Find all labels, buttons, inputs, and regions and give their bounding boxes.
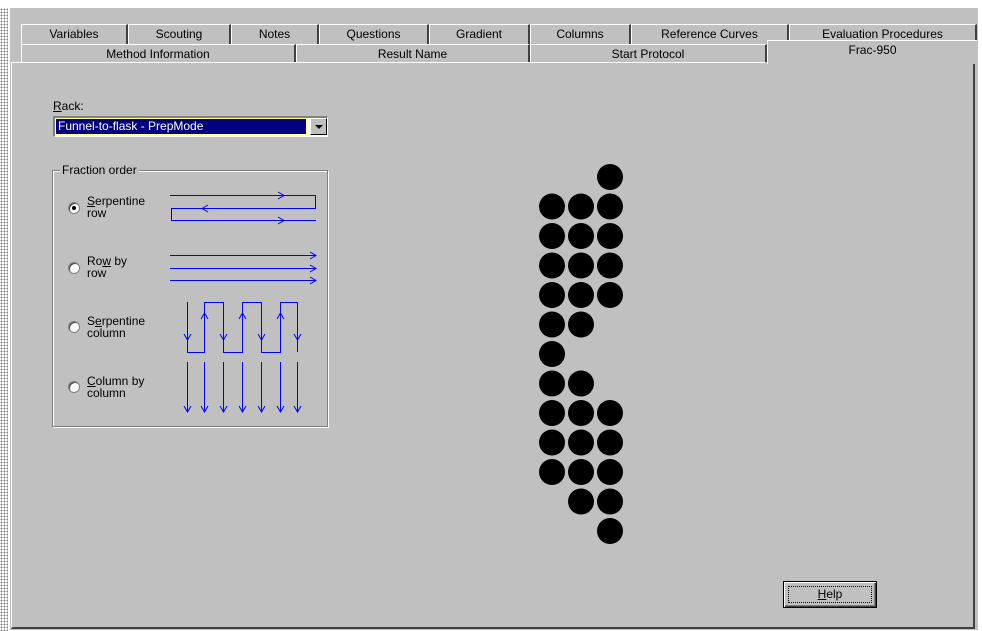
rack-tube-position — [597, 164, 623, 190]
rack-tube-position — [539, 459, 565, 485]
row-by-row-label[interactable]: Row by row — [87, 255, 127, 279]
rack-tube-position — [539, 252, 565, 279]
rack-tube-position — [597, 488, 623, 515]
tab-frac-950[interactable]: Frac-950 — [767, 40, 977, 64]
rack-tube-position — [568, 282, 594, 308]
rack-tube-position — [597, 282, 623, 308]
window-edge — [0, 8, 8, 631]
rack-tube-position — [597, 429, 623, 456]
serpentine-row-icon — [170, 191, 316, 225]
row-by-row-icon — [170, 251, 317, 285]
tab-notes[interactable]: Notes — [231, 24, 319, 44]
rack-label: Rack: — [53, 99, 84, 113]
rack-preview — [539, 164, 623, 544]
rack-tube-position — [539, 400, 565, 426]
rack-tube-position — [568, 193, 594, 220]
tab-start-protocol[interactable]: Start Protocol — [530, 44, 767, 63]
rack-tube-position — [568, 223, 594, 249]
rack-tube-position — [597, 518, 623, 544]
serpentine-column-icon — [183, 302, 302, 353]
rack-tube-position — [597, 459, 623, 485]
column-by-column-label[interactable]: Column by column — [87, 375, 144, 399]
rack-tube-position — [539, 311, 565, 338]
serpentine-column-label[interactable]: Serpentine column — [87, 315, 145, 339]
column-by-column-icon — [183, 362, 302, 413]
tab-columns[interactable]: Columns — [530, 24, 631, 44]
tab-scouting[interactable]: Scouting — [128, 24, 231, 44]
radio-column-by-column[interactable] — [68, 381, 80, 393]
rack-tube-position — [568, 459, 594, 485]
rack-tube-position — [568, 400, 594, 426]
rack-tube-position — [597, 252, 623, 279]
radio-row-by-row[interactable] — [68, 262, 80, 274]
rack-tube-position — [597, 193, 623, 220]
serpentine-row-label[interactable]: Serpentine row — [87, 195, 145, 219]
rack-tube-position — [539, 193, 565, 220]
rack-select[interactable]: Funnel-to-flask - PrepMode — [53, 116, 328, 137]
rack-tube-position — [539, 341, 565, 367]
tab-reference-curves[interactable]: Reference Curves — [631, 24, 789, 44]
help-button[interactable]: Help — [783, 581, 877, 608]
rack-tube-position — [539, 429, 565, 456]
rack-tube-position — [568, 311, 594, 338]
tab-variables[interactable]: Variables — [21, 24, 128, 44]
rack-tube-position — [568, 429, 594, 456]
rack-select-value: Funnel-to-flask - PrepMode — [55, 118, 307, 135]
rack-tube-position — [539, 223, 565, 249]
rack-tube-position — [597, 400, 623, 426]
rack-tube-position — [568, 488, 594, 515]
tab-gradient[interactable]: Gradient — [429, 24, 530, 44]
rack-tube-position — [539, 370, 565, 397]
radio-serpentine-row[interactable] — [68, 202, 80, 214]
dropdown-arrow-icon[interactable] — [310, 118, 327, 135]
rack-tube-position — [568, 370, 594, 397]
tab-method-information[interactable]: Method Information — [21, 44, 296, 63]
tab-questions[interactable]: Questions — [319, 24, 429, 44]
rack-tube-position — [539, 282, 565, 308]
help-button-focus — [788, 586, 872, 603]
tab-result-name[interactable]: Result Name — [296, 44, 530, 63]
rack-tube-position — [597, 223, 623, 249]
fraction-order-title: Fraction order — [60, 163, 139, 177]
radio-serpentine-column[interactable] — [68, 321, 80, 333]
rack-tube-position — [568, 252, 594, 279]
panel-top-edge — [11, 62, 765, 63]
